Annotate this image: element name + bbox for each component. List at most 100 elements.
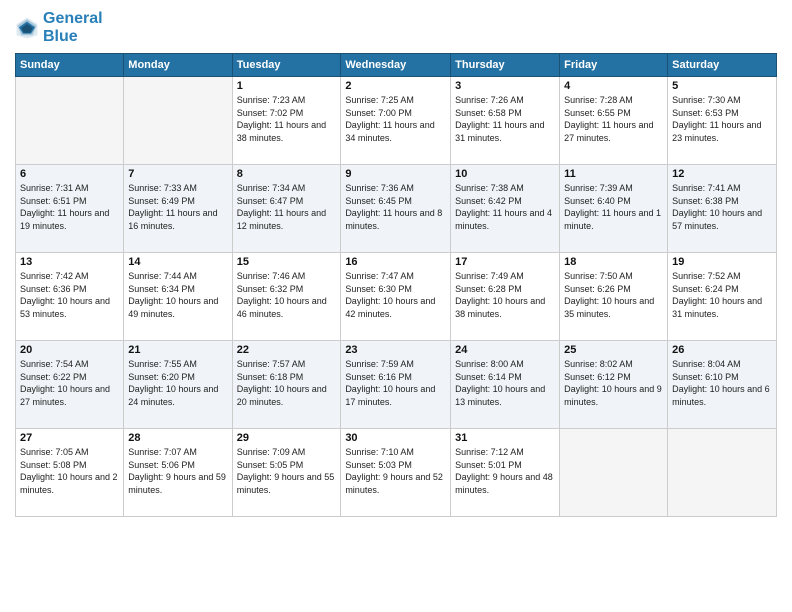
calendar-cell: 25Sunrise: 8:02 AM Sunset: 6:12 PM Dayli… bbox=[560, 341, 668, 429]
calendar-cell: 7 Sunrise: 7:33 AM Sunset: 6:49 PM Daylig… bbox=[124, 165, 232, 253]
day-number: 31 bbox=[455, 432, 555, 444]
calendar-cell: 8 Sunrise: 7:34 AM Sunset: 6:47 PM Daylig… bbox=[232, 165, 341, 253]
day-info: Sunrise: 7:23 AM Sunset: 7:02 PM Dayligh… bbox=[237, 94, 337, 144]
weekday-header-monday: Monday bbox=[124, 54, 232, 77]
day-number: 30 bbox=[345, 432, 446, 444]
day-info: Sunrise: 7:36 AM Sunset: 6:45 PM Dayligh… bbox=[345, 182, 446, 232]
day-number: 17 bbox=[455, 256, 555, 268]
calendar-cell: 13Sunrise: 7:42 AM Sunset: 6:36 PM Dayli… bbox=[16, 253, 124, 341]
day-info: Sunrise: 7:50 AM Sunset: 6:26 PM Dayligh… bbox=[564, 270, 663, 320]
day-info: Sunrise: 7:10 AM Sunset: 5:03 PM Dayligh… bbox=[345, 446, 446, 496]
calendar-cell: 9 Sunrise: 7:36 AM Sunset: 6:45 PM Daylig… bbox=[341, 165, 451, 253]
week-row-1: 6Sunrise: 7:31 AM Sunset: 6:51 PM Daylig… bbox=[16, 165, 777, 253]
day-info: Sunrise: 7:52 AM Sunset: 6:24 PM Dayligh… bbox=[672, 270, 772, 320]
week-row-3: 20 Sunrise: 7:54 AM Sunset: 6:22 PM Dayli… bbox=[16, 341, 777, 429]
calendar-cell: 29 Sunrise: 7:09 AM Sunset: 5:05 PM Dayli… bbox=[232, 429, 341, 517]
day-number: 16 bbox=[345, 256, 446, 268]
day-number: 10 bbox=[455, 168, 555, 180]
day-info: Sunrise: 7:41 AM Sunset: 6:38 PM Dayligh… bbox=[672, 182, 772, 232]
calendar-cell: 23 Sunrise: 7:59 AM Sunset: 6:16 PM Dayli… bbox=[341, 341, 451, 429]
week-row-4: 27Sunrise: 7:05 AM Sunset: 5:08 PM Dayli… bbox=[16, 429, 777, 517]
day-number: 11 bbox=[564, 168, 663, 180]
day-number: 8 bbox=[237, 168, 337, 180]
weekday-header-row: SundayMondayTuesdayWednesdayThursdayFrid… bbox=[16, 54, 777, 77]
calendar-cell: 10 Sunrise: 7:38 AM Sunset: 6:42 PM Dayli… bbox=[451, 165, 560, 253]
day-info: Sunrise: 7:49 AM Sunset: 6:28 PM Dayligh… bbox=[455, 270, 555, 320]
calendar-cell: 24 Sunrise: 8:00 AM Sunset: 6:14 PM Dayli… bbox=[451, 341, 560, 429]
day-info: Sunrise: 7:55 AM Sunset: 6:20 PM Dayligh… bbox=[128, 358, 227, 408]
day-info: Sunrise: 7:05 AM Sunset: 5:08 PM Dayligh… bbox=[20, 446, 119, 496]
day-info: Sunrise: 7:34 AM Sunset: 6:47 PM Dayligh… bbox=[237, 182, 337, 232]
calendar-cell: 26 Sunrise: 8:04 AM Sunset: 6:10 PM Dayli… bbox=[668, 341, 777, 429]
calendar-cell: 12 Sunrise: 7:41 AM Sunset: 6:38 PM Dayli… bbox=[668, 165, 777, 253]
calendar-cell: 28 Sunrise: 7:07 AM Sunset: 5:06 PM Dayli… bbox=[124, 429, 232, 517]
day-number: 24 bbox=[455, 344, 555, 356]
day-number: 3 bbox=[455, 80, 555, 92]
day-number: 28 bbox=[128, 432, 227, 444]
calendar-cell: 1 Sunrise: 7:23 AM Sunset: 7:02 PM Daylig… bbox=[232, 77, 341, 165]
day-number: 12 bbox=[672, 168, 772, 180]
day-info: Sunrise: 7:07 AM Sunset: 5:06 PM Dayligh… bbox=[128, 446, 227, 496]
calendar-cell: 6Sunrise: 7:31 AM Sunset: 6:51 PM Daylig… bbox=[16, 165, 124, 253]
day-number: 25 bbox=[564, 344, 663, 356]
day-info: Sunrise: 7:39 AM Sunset: 6:40 PM Dayligh… bbox=[564, 182, 663, 232]
calendar-cell: 15Sunrise: 7:46 AM Sunset: 6:32 PM Dayli… bbox=[232, 253, 341, 341]
day-info: Sunrise: 7:09 AM Sunset: 5:05 PM Dayligh… bbox=[237, 446, 337, 496]
logo-icon bbox=[15, 16, 39, 40]
calendar-cell: 11 Sunrise: 7:39 AM Sunset: 6:40 PM Dayli… bbox=[560, 165, 668, 253]
calendar-cell: 5 Sunrise: 7:30 AM Sunset: 6:53 PM Daylig… bbox=[668, 77, 777, 165]
day-info: Sunrise: 7:30 AM Sunset: 6:53 PM Dayligh… bbox=[672, 94, 772, 144]
day-number: 14 bbox=[128, 256, 227, 268]
day-number: 23 bbox=[345, 344, 446, 356]
day-info: Sunrise: 7:33 AM Sunset: 6:49 PM Dayligh… bbox=[128, 182, 227, 232]
day-info: Sunrise: 7:42 AM Sunset: 6:36 PM Dayligh… bbox=[20, 270, 119, 320]
day-info: Sunrise: 7:12 AM Sunset: 5:01 PM Dayligh… bbox=[455, 446, 555, 496]
day-info: Sunrise: 8:00 AM Sunset: 6:14 PM Dayligh… bbox=[455, 358, 555, 408]
day-number: 9 bbox=[345, 168, 446, 180]
day-number: 21 bbox=[128, 344, 227, 356]
calendar-cell: 3 Sunrise: 7:26 AM Sunset: 6:58 PM Daylig… bbox=[451, 77, 560, 165]
logo-text: General Blue bbox=[43, 10, 103, 45]
calendar-cell bbox=[668, 429, 777, 517]
week-row-2: 13Sunrise: 7:42 AM Sunset: 6:36 PM Dayli… bbox=[16, 253, 777, 341]
day-info: Sunrise: 7:46 AM Sunset: 6:32 PM Dayligh… bbox=[237, 270, 337, 320]
day-number: 29 bbox=[237, 432, 337, 444]
weekday-header-thursday: Thursday bbox=[451, 54, 560, 77]
day-number: 2 bbox=[345, 80, 446, 92]
weekday-header-tuesday: Tuesday bbox=[232, 54, 341, 77]
calendar-cell: 4Sunrise: 7:28 AM Sunset: 6:55 PM Daylig… bbox=[560, 77, 668, 165]
day-info: Sunrise: 7:54 AM Sunset: 6:22 PM Dayligh… bbox=[20, 358, 119, 408]
day-number: 20 bbox=[20, 344, 119, 356]
calendar-cell: 20 Sunrise: 7:54 AM Sunset: 6:22 PM Dayli… bbox=[16, 341, 124, 429]
day-number: 7 bbox=[128, 168, 227, 180]
logo: General Blue bbox=[15, 10, 103, 45]
calendar-cell: 14 Sunrise: 7:44 AM Sunset: 6:34 PM Dayli… bbox=[124, 253, 232, 341]
calendar: SundayMondayTuesdayWednesdayThursdayFrid… bbox=[15, 53, 777, 517]
calendar-cell: 2 Sunrise: 7:25 AM Sunset: 7:00 PM Daylig… bbox=[341, 77, 451, 165]
day-number: 1 bbox=[237, 80, 337, 92]
calendar-cell: 18 Sunrise: 7:50 AM Sunset: 6:26 PM Dayli… bbox=[560, 253, 668, 341]
day-number: 18 bbox=[564, 256, 663, 268]
day-info: Sunrise: 7:59 AM Sunset: 6:16 PM Dayligh… bbox=[345, 358, 446, 408]
weekday-header-wednesday: Wednesday bbox=[341, 54, 451, 77]
day-info: Sunrise: 7:44 AM Sunset: 6:34 PM Dayligh… bbox=[128, 270, 227, 320]
day-number: 6 bbox=[20, 168, 119, 180]
calendar-cell bbox=[560, 429, 668, 517]
calendar-cell: 17 Sunrise: 7:49 AM Sunset: 6:28 PM Dayli… bbox=[451, 253, 560, 341]
weekday-header-saturday: Saturday bbox=[668, 54, 777, 77]
day-info: Sunrise: 8:04 AM Sunset: 6:10 PM Dayligh… bbox=[672, 358, 772, 408]
calendar-cell: 31 Sunrise: 7:12 AM Sunset: 5:01 PM Dayli… bbox=[451, 429, 560, 517]
day-info: Sunrise: 7:38 AM Sunset: 6:42 PM Dayligh… bbox=[455, 182, 555, 232]
weekday-header-sunday: Sunday bbox=[16, 54, 124, 77]
day-info: Sunrise: 7:47 AM Sunset: 6:30 PM Dayligh… bbox=[345, 270, 446, 320]
day-number: 26 bbox=[672, 344, 772, 356]
day-info: Sunrise: 7:57 AM Sunset: 6:18 PM Dayligh… bbox=[237, 358, 337, 408]
calendar-cell: 22Sunrise: 7:57 AM Sunset: 6:18 PM Dayli… bbox=[232, 341, 341, 429]
calendar-cell bbox=[124, 77, 232, 165]
header: General Blue bbox=[15, 10, 777, 45]
week-row-0: 1 Sunrise: 7:23 AM Sunset: 7:02 PM Daylig… bbox=[16, 77, 777, 165]
day-info: Sunrise: 7:25 AM Sunset: 7:00 PM Dayligh… bbox=[345, 94, 446, 144]
calendar-cell bbox=[16, 77, 124, 165]
day-number: 5 bbox=[672, 80, 772, 92]
day-info: Sunrise: 7:26 AM Sunset: 6:58 PM Dayligh… bbox=[455, 94, 555, 144]
